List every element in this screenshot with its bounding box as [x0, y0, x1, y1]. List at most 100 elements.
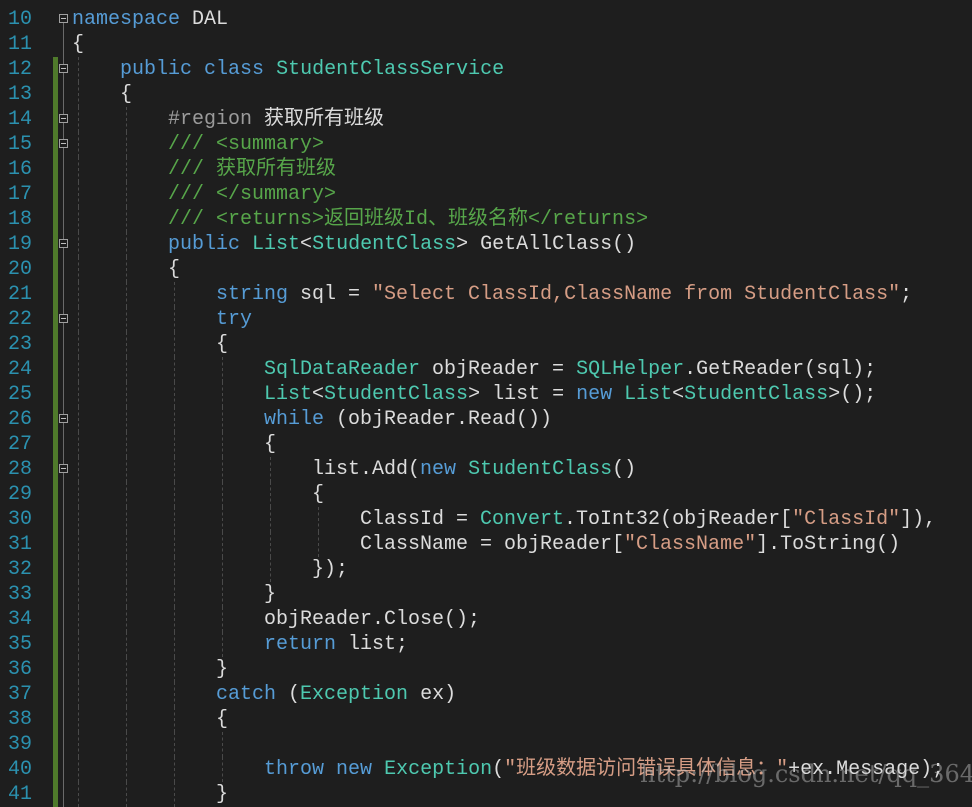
code-text: }: [264, 582, 276, 607]
code-line[interactable]: 30 ClassId = Convert.ToInt32(objReader["C…: [0, 507, 972, 532]
change-indicator: [53, 507, 58, 532]
indent-guide: [126, 632, 127, 657]
change-indicator: [53, 207, 58, 232]
code-line[interactable]: 16 /// 获取所有班级: [0, 157, 972, 182]
collapse-icon[interactable]: [59, 414, 68, 423]
token-ty: List: [252, 233, 301, 256]
outline-line: [63, 507, 64, 532]
code-line[interactable]: 19 public List<StudentClass> GetAllClass(…: [0, 232, 972, 257]
indent-guide: [78, 57, 79, 82]
code-line[interactable]: 31 ClassName = objReader["ClassName"].ToS…: [0, 532, 972, 557]
code-text: #region 获取所有班级: [168, 107, 384, 132]
indent-guide: [126, 707, 127, 732]
code-line[interactable]: 34 objReader.Close();: [0, 607, 972, 632]
code-line[interactable]: 10 namespace DAL: [0, 7, 972, 46]
code-line[interactable]: 27 {: [0, 432, 972, 457]
change-indicator: [53, 582, 58, 607]
code-line[interactable]: 20 {: [0, 257, 972, 282]
code-line[interactable]: 25 List<StudentClass> list = new List<Stu…: [0, 382, 972, 407]
code-line[interactable]: 21 string sql = "Select ClassId,ClassName…: [0, 282, 972, 307]
indent-guide: [78, 457, 79, 482]
collapse-icon[interactable]: [59, 114, 68, 123]
code-line[interactable]: 11 {: [0, 32, 972, 57]
token-kw: return: [264, 633, 337, 656]
collapse-icon[interactable]: [59, 239, 68, 248]
line-number: 17: [7, 183, 32, 206]
code-line[interactable]: 12 public class StudentClassService: [0, 57, 972, 82]
code-line[interactable]: 14 #region 获取所有班级: [0, 107, 972, 132]
code-line[interactable]: 38 {: [0, 707, 972, 732]
line-number: 20: [7, 258, 32, 281]
change-indicator: [53, 557, 58, 582]
line-number: 22: [7, 308, 32, 331]
indent-guide: [126, 257, 127, 282]
code-text: /// <summary>: [168, 132, 324, 157]
token-cm: /// 获取所有班级: [168, 158, 337, 181]
change-indicator: [53, 182, 58, 207]
code-line[interactable]: 22 try: [0, 307, 972, 332]
change-indicator: [53, 107, 58, 132]
code-line[interactable]: 13 {: [0, 82, 972, 107]
code-text: {: [264, 432, 276, 457]
token-tx: [612, 383, 624, 406]
code-line[interactable]: 32});: [0, 557, 972, 582]
code-line[interactable]: 39: [0, 732, 972, 757]
code-line[interactable]: 26 while (objReader.Read()): [0, 407, 972, 432]
indent-guide: [126, 732, 127, 757]
code-line[interactable]: 37 catch (Exception ex): [0, 682, 972, 707]
code-line[interactable]: 40 throw new Exception("班级数据访问错误具体信息："+ex…: [0, 757, 972, 782]
indent-guide: [174, 682, 175, 707]
code-line[interactable]: 36}: [0, 657, 972, 682]
collapse-icon[interactable]: [59, 14, 68, 23]
code-text: SqlDataReader objReader = SQLHelper.GetR…: [264, 357, 876, 382]
indent-guide: [78, 732, 79, 757]
collapse-icon[interactable]: [59, 139, 68, 148]
code-line[interactable]: 24 SqlDataReader objReader = SQLHelper.Ge…: [0, 357, 972, 382]
outline-line: [63, 632, 64, 657]
collapse-icon[interactable]: [59, 314, 68, 323]
token-st: "ClassId": [792, 508, 901, 531]
line-number: 30: [7, 508, 32, 531]
code-line[interactable]: 41}: [0, 782, 972, 807]
indent-guide: [78, 582, 79, 607]
indent-guide: [78, 82, 79, 107]
code-line[interactable]: 18 /// <returns>返回班级Id、班级名称</returns>: [0, 207, 972, 232]
code-line[interactable]: 15 /// <summary>: [0, 132, 972, 157]
change-indicator: [53, 732, 58, 757]
token-tx: });: [312, 558, 349, 581]
indent-guide: [174, 282, 175, 307]
change-indicator: [53, 682, 58, 707]
code-line[interactable]: 9: [0, 0, 972, 7]
code-line[interactable]: 33}: [0, 582, 972, 607]
outline-line: [63, 582, 64, 607]
token-st: "Select ClassId,ClassName from StudentCl…: [372, 283, 901, 306]
code-line[interactable]: 35 return list;: [0, 632, 972, 657]
code-editor[interactable]: 910 namespace DAL 11 {12 public class Studen…: [0, 0, 972, 807]
indent-guide: [126, 382, 127, 407]
line-number: 24: [7, 358, 32, 381]
line-number: 10: [7, 8, 32, 31]
line-number: 36: [7, 658, 32, 681]
token-tx: [456, 458, 468, 481]
code-text: /// <returns>返回班级Id、班级名称</returns>: [168, 207, 648, 232]
collapse-icon[interactable]: [59, 64, 68, 73]
indent-guide: [270, 482, 271, 507]
token-kw: new: [336, 758, 373, 781]
token-cm: </returns>: [528, 208, 649, 231]
collapse-icon[interactable]: [59, 464, 68, 473]
token-cm: 返回班级Id、班级名称: [324, 208, 529, 231]
outline-line: [63, 557, 64, 582]
code-line[interactable]: 29 {: [0, 482, 972, 507]
indent-guide: [222, 507, 223, 532]
token-tx: <: [300, 233, 313, 256]
indent-guide: [174, 582, 175, 607]
code-line[interactable]: 23 {: [0, 332, 972, 357]
indent-guide: [126, 482, 127, 507]
indent-guide: [126, 357, 127, 382]
token-tx: (objReader.Read()): [324, 408, 553, 431]
code-line[interactable]: 17 /// </summary>: [0, 182, 972, 207]
token-ty: StudentClass: [684, 383, 829, 406]
code-line[interactable]: 28 list.Add(new StudentClass(): [0, 457, 972, 482]
token-ty: SqlDataReader: [264, 358, 421, 381]
line-number: 34: [7, 608, 32, 631]
